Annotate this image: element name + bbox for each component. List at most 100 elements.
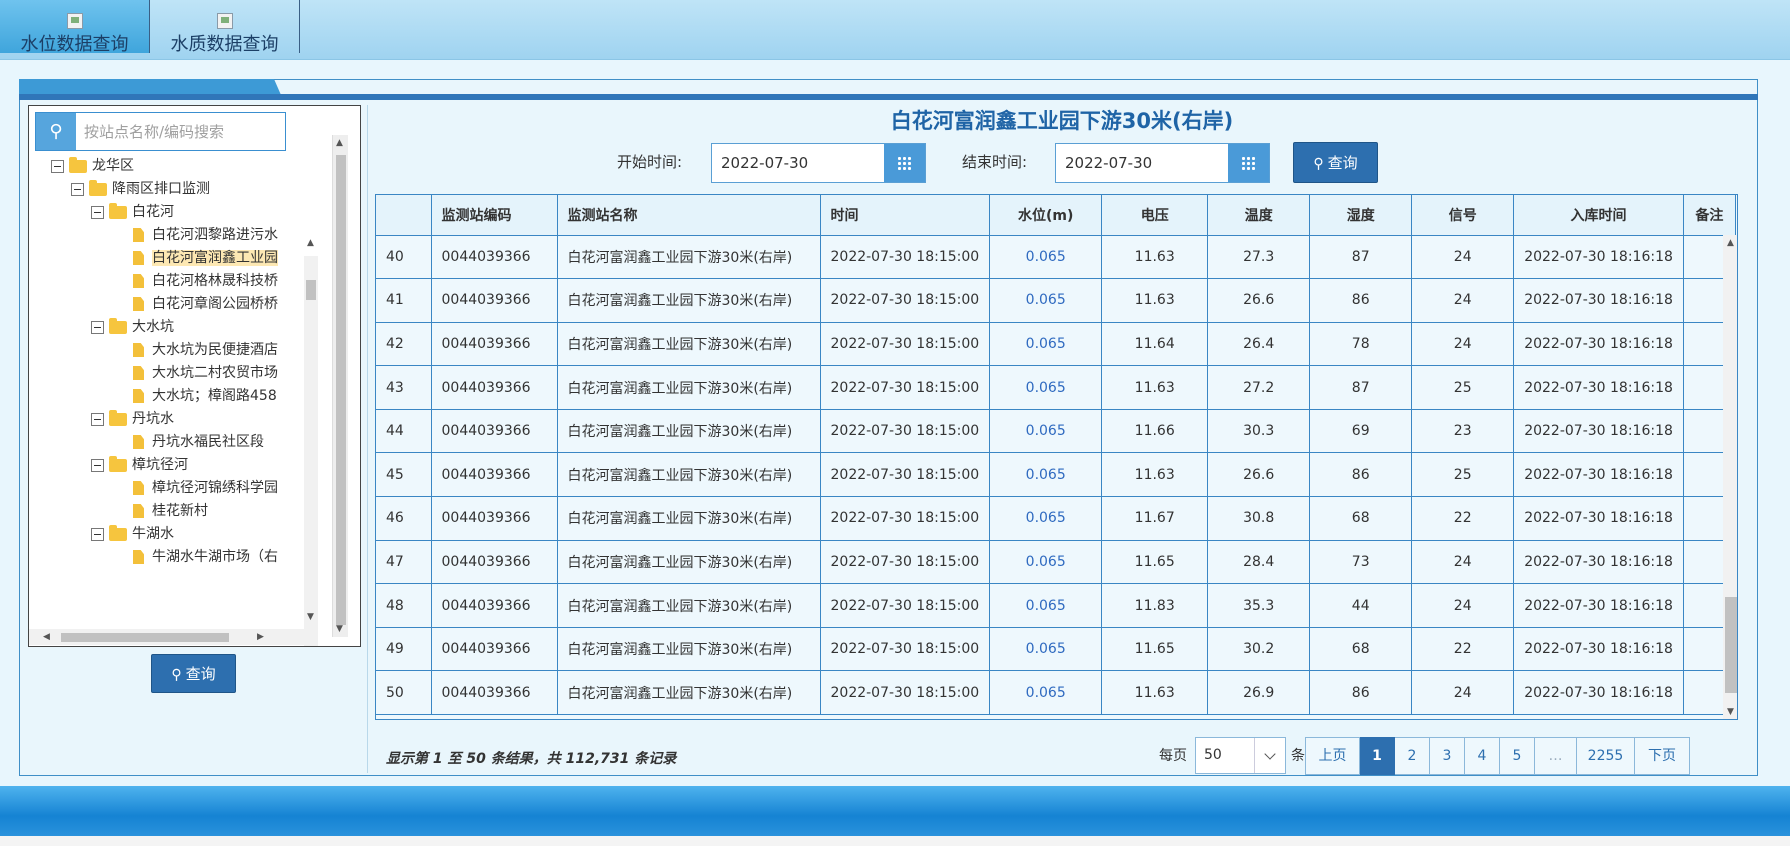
scroll-down-icon[interactable]: ▼ <box>336 624 343 634</box>
table-cell: 87 <box>1309 235 1413 280</box>
collapse-icon[interactable] <box>51 159 64 173</box>
scroll-up-icon[interactable]: ▲ <box>307 238 314 248</box>
column-header[interactable] <box>376 195 432 236</box>
page-button[interactable]: 下页 <box>1635 737 1690 775</box>
file-icon <box>133 435 144 449</box>
tree-outer-scrollbar[interactable]: ▲ ▼ <box>332 135 348 637</box>
folder-icon <box>109 455 127 472</box>
table-row[interactable]: 40 0044039366 白花河富润鑫工业园下游30米(右岸) 2022-07-30… <box>376 235 1736 280</box>
collapse-icon[interactable] <box>91 458 104 472</box>
scroll-left-icon[interactable]: ◀ <box>43 632 50 642</box>
table-cell: 2022-07-30 18:16:18 <box>1513 278 1684 323</box>
page-button[interactable]: 5 <box>1500 737 1535 775</box>
per-page-select[interactable]: 50 <box>1195 737 1286 774</box>
column-header[interactable]: 湿度 <box>1309 195 1413 236</box>
grid-vertical-scrollbar[interactable]: ▲ ▼ <box>1723 235 1737 719</box>
page-button: … <box>1535 737 1577 775</box>
collapse-icon[interactable] <box>91 412 104 426</box>
table-row[interactable]: 42 0044039366 白花河富润鑫工业园下游30米(右岸) 2022-07-30… <box>376 322 1736 367</box>
page-button[interactable]: 2 <box>1395 737 1430 775</box>
table-cell: 白花河富润鑫工业园下游30米(右岸) <box>557 235 821 280</box>
table-row[interactable]: 41 0044039366 白花河富润鑫工业园下游30米(右岸) 2022-07-30… <box>376 278 1736 323</box>
tree-node[interactable]: 龙华区 <box>51 155 134 177</box>
table-cell: 2022-07-30 18:15:00 <box>820 670 991 716</box>
collapse-icon[interactable] <box>91 205 104 219</box>
tree-node[interactable]: 牛湖水牛湖市场（右 <box>133 546 278 568</box>
column-header[interactable]: 水位(m) <box>989 195 1103 236</box>
tree-node[interactable]: 白花河章阁公园桥桥 <box>133 293 278 315</box>
tree-node[interactable]: 降雨区排口监测 <box>71 178 210 200</box>
tree-node[interactable]: 大水坑；樟阁路458 <box>133 385 277 407</box>
table-cell: 42 <box>376 322 432 367</box>
table-row[interactable]: 44 0044039366 白花河富润鑫工业园下游30米(右岸) 2022-07-30… <box>376 409 1736 454</box>
scroll-up-icon[interactable]: ▲ <box>336 138 343 148</box>
tree-node[interactable]: 丹坑水 <box>91 408 174 430</box>
per-page-suffix: 条 <box>1291 748 1305 764</box>
table-row[interactable]: 48 0044039366 白花河富润鑫工业园下游30米(右岸) 2022-07-30… <box>376 583 1736 628</box>
table-row[interactable]: 50 0044039366 白花河富润鑫工业园下游30米(右岸) 2022-07-30… <box>376 670 1736 716</box>
scroll-right-icon[interactable]: ▶ <box>257 632 264 642</box>
table-row[interactable]: 46 0044039366 白花河富润鑫工业园下游30米(右岸) 2022-07-30… <box>376 496 1736 541</box>
query-button[interactable]: ⚲ 查询 <box>1293 142 1378 183</box>
tree-query-button[interactable]: ⚲ 查询 <box>151 654 236 693</box>
page-button[interactable]: 1 <box>1360 737 1395 775</box>
tab-water-level-query[interactable]: 水位数据查询 <box>0 0 150 55</box>
table-cell: 2022-07-30 18:15:00 <box>820 322 991 367</box>
tree-node[interactable]: 牛湖水 <box>91 523 174 545</box>
column-header[interactable]: 时间 <box>820 195 991 236</box>
scroll-up-icon[interactable]: ▲ <box>1727 238 1734 248</box>
tree-node[interactable]: 白花河泗黎路进污水 <box>133 224 278 246</box>
table-row[interactable]: 43 0044039366 白花河富润鑫工业园下游30米(右岸) 2022-07-30… <box>376 365 1736 410</box>
tree-node[interactable]: 白花河富润鑫工业园 <box>133 247 278 269</box>
table-cell: 2022-07-30 18:16:18 <box>1513 322 1684 367</box>
end-date-input[interactable] <box>1056 144 1228 182</box>
station-tree: 龙华区降雨区排口监测白花河 白花河泗黎路进污水 白花河富润鑫工业园 白花河格林晟科技桥… <box>29 151 304 629</box>
scroll-down-icon[interactable]: ▼ <box>1727 707 1734 717</box>
tree-node[interactable]: 大水坑为民便捷酒店 <box>133 339 278 361</box>
tab-water-quality-query[interactable]: 水质数据查询 <box>150 0 300 55</box>
tree-node[interactable]: 桂花新村 <box>133 500 208 522</box>
table-cell: 2022-07-30 18:16:18 <box>1513 235 1684 280</box>
tree-node[interactable]: 白花河 <box>91 201 174 223</box>
column-header[interactable]: 备注 <box>1683 195 1736 236</box>
collapse-icon[interactable] <box>71 182 84 196</box>
calendar-icon[interactable] <box>1228 144 1269 182</box>
tree-node[interactable]: 樟坑径河锦绣科学园 <box>133 477 278 499</box>
start-date-input[interactable] <box>712 144 884 182</box>
collapse-icon[interactable] <box>91 527 104 541</box>
tree-horizontal-scrollbar[interactable]: ◀ ▶ <box>29 629 304 645</box>
calendar-icon[interactable] <box>884 144 925 182</box>
collapse-icon[interactable] <box>91 320 104 334</box>
column-header[interactable]: 监测站名称 <box>557 195 821 236</box>
table-row[interactable]: 49 0044039366 白花河富润鑫工业园下游30米(右岸) 2022-07-30… <box>376 627 1736 672</box>
page-button[interactable]: 3 <box>1430 737 1465 775</box>
tree-node[interactable]: 大水坑 <box>91 316 174 338</box>
page-button[interactable]: 2255 <box>1577 737 1635 775</box>
table-cell: 0.065 <box>989 235 1103 280</box>
tree-node-label: 牛湖水牛湖市场（右 <box>152 549 278 565</box>
page-button[interactable]: 上页 <box>1305 737 1360 775</box>
table-row[interactable]: 45 0044039366 白花河富润鑫工业园下游30米(右岸) 2022-07-30… <box>376 452 1736 498</box>
tree-node[interactable]: 丹坑水福民社区段 <box>133 431 264 453</box>
tree-node-label: 大水坑为民便捷酒店 <box>152 342 278 358</box>
column-header[interactable]: 信号 <box>1411 195 1515 236</box>
tree-node[interactable]: 大水坑二村农贸市场 <box>133 362 278 384</box>
file-icon <box>133 274 144 288</box>
column-header[interactable]: 电压 <box>1101 195 1209 236</box>
tree-node-label: 降雨区排口监测 <box>112 181 210 197</box>
column-header[interactable]: 温度 <box>1207 195 1311 236</box>
table-row[interactable]: 47 0044039366 白花河富润鑫工业园下游30米(右岸) 2022-07-30… <box>376 540 1736 585</box>
tree-node-label: 樟坑径河锦绣科学园 <box>152 480 278 496</box>
page-button[interactable]: 4 <box>1465 737 1500 775</box>
tree-node[interactable]: 樟坑径河 <box>91 454 188 476</box>
column-header[interactable]: 入库时间 <box>1513 195 1684 236</box>
start-date-field <box>711 143 926 183</box>
station-search-input[interactable] <box>76 113 285 150</box>
station-title: 白花河富润鑫工业园下游30米(右岸) <box>890 109 1234 133</box>
tree-node[interactable]: 白花河格林晟科技桥 <box>133 270 278 292</box>
tree-vertical-scrollbar[interactable] <box>304 256 318 646</box>
column-header[interactable]: 监测站编码 <box>431 195 558 236</box>
table-cell: 0.065 <box>989 278 1103 323</box>
scroll-down-icon[interactable]: ▼ <box>307 612 314 622</box>
search-icon[interactable]: ⚲ <box>36 113 76 150</box>
